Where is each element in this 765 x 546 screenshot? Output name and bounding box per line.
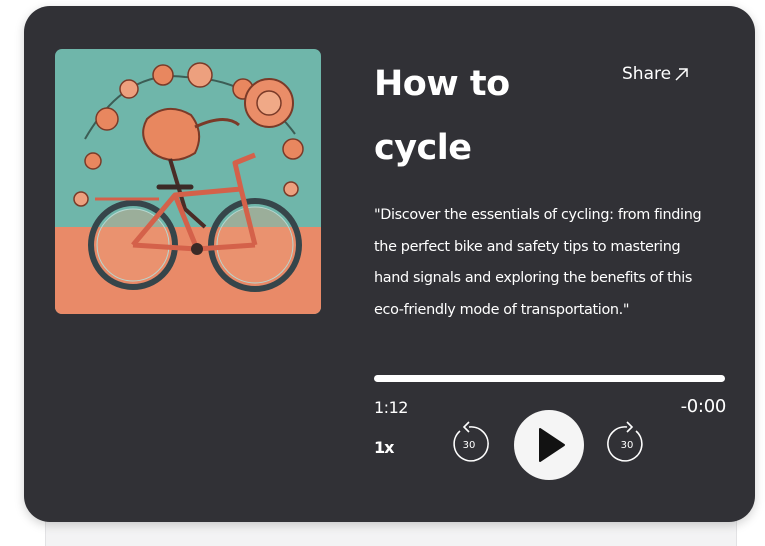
- forward-30-icon: 30: [607, 421, 643, 462]
- play-icon: [539, 428, 565, 462]
- skip-back-seconds: 30: [463, 440, 476, 451]
- progress-bar[interactable]: [374, 375, 725, 382]
- skip-forward-seconds: 30: [621, 440, 634, 451]
- podcast-player-card: How to cycle Share "Discover the essenti…: [24, 6, 755, 522]
- remaining-time: -0:00: [680, 396, 727, 417]
- episode-artwork: [55, 49, 321, 314]
- skip-back-button[interactable]: 30: [446, 419, 492, 465]
- episode-title: How to cycle: [374, 64, 510, 168]
- rewind-30-icon: 30: [453, 421, 489, 462]
- arrow-up-right-icon: [675, 67, 688, 81]
- skip-forward-button[interactable]: 30: [604, 419, 650, 465]
- bicycle-flower-illustration-icon: [55, 49, 321, 314]
- playback-speed-button[interactable]: 1x: [374, 438, 394, 457]
- share-label: Share: [622, 64, 672, 84]
- episode-description: "Discover the essentials of cycling: fro…: [374, 207, 702, 319]
- share-button[interactable]: Share: [622, 64, 690, 84]
- current-time: 1:12: [374, 398, 408, 417]
- play-button[interactable]: [514, 410, 584, 480]
